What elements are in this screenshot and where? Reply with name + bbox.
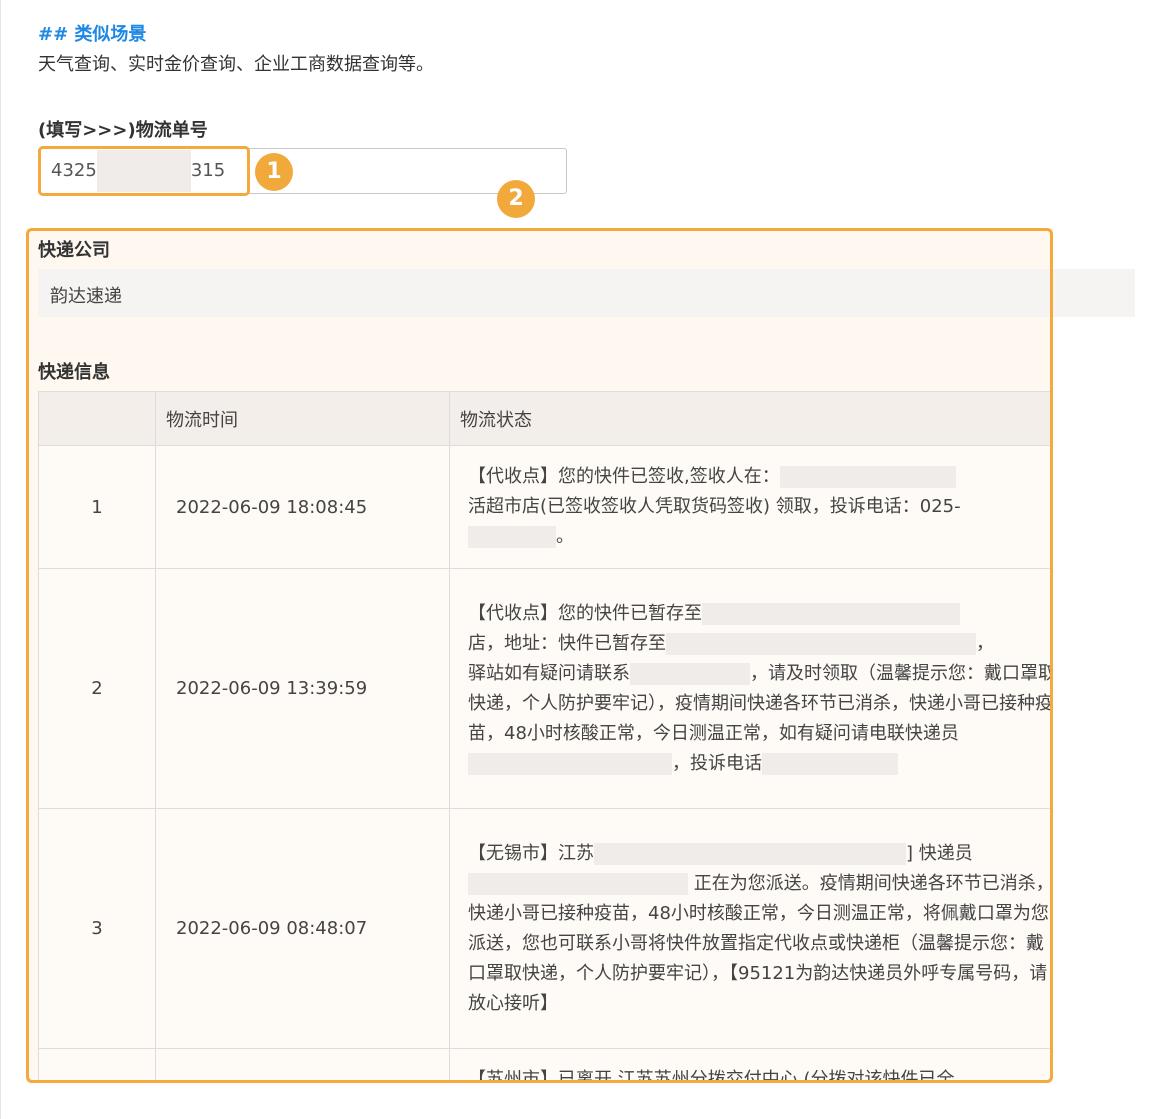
step-marker-2: 2 — [497, 180, 535, 218]
page-left-border — [0, 0, 1, 1119]
section-intro: 天气查询、实时金价查询、企业工商数据查询等。 — [38, 54, 434, 75]
section-heading: ## 类似场景 — [38, 24, 147, 45]
tracking-number-label: (填写>>>)物流单号 — [38, 120, 208, 141]
step-marker-1: 1 — [255, 153, 293, 191]
input-highlight-box — [38, 146, 250, 196]
result-highlight-box — [26, 228, 1053, 1083]
